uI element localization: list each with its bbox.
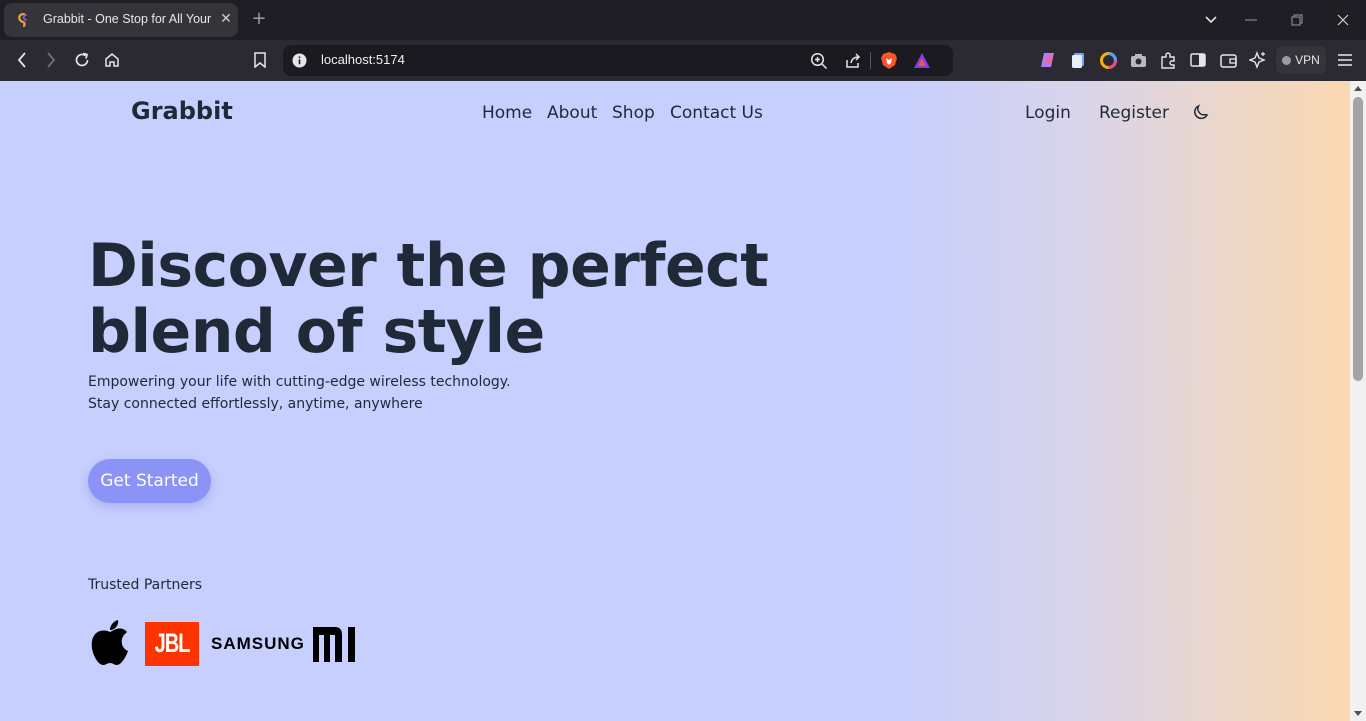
scrollbar-thumb[interactable] (1353, 97, 1363, 381)
hero-subtitle-line-2: Stay connected effortlessly, anytime, an… (88, 396, 423, 412)
forward-icon[interactable] (40, 49, 62, 71)
vpn-button[interactable]: VPN (1276, 46, 1326, 74)
site-logo[interactable]: Grabbit (131, 97, 233, 125)
scroll-down-icon[interactable] (1354, 711, 1362, 716)
apple-logo (91, 620, 128, 665)
hero-title: Discover the perfect blend of style (88, 233, 848, 365)
tab-title: Grabbit - One Stop for All Your (43, 12, 211, 26)
dark-mode-toggle-icon[interactable] (1193, 103, 1210, 120)
extensions-icon[interactable] (1157, 49, 1179, 71)
jbl-logo: JBL (145, 622, 199, 666)
browser-tabbar: Grabbit - One Stop for All Your ✕ + (0, 0, 1366, 40)
wallet-icon[interactable] (1217, 49, 1239, 71)
sidebar-icon[interactable] (1187, 49, 1209, 71)
pages-icon[interactable] (1067, 49, 1089, 71)
color-wheel-icon[interactable] (1097, 49, 1119, 71)
back-icon[interactable] (11, 49, 33, 71)
site-info-icon[interactable] (292, 53, 307, 68)
hero-title-line-2: blend of style (88, 297, 545, 367)
browser-toolbar: localhost:5174 VPN (0, 40, 1366, 81)
restore-icon[interactable] (1285, 8, 1309, 32)
nav-about[interactable]: About (547, 103, 597, 123)
screenshot-icon[interactable] (1127, 49, 1149, 71)
register-link[interactable]: Register (1099, 103, 1169, 123)
jbl-logo-text: JBL (154, 628, 191, 659)
leo-sparkle-icon[interactable] (1247, 49, 1269, 71)
scroll-up-icon[interactable] (1354, 86, 1362, 91)
brave-shields-icon[interactable] (880, 51, 898, 70)
menu-icon[interactable] (1334, 49, 1356, 71)
new-tab-button[interactable]: + (250, 9, 268, 29)
hero-subtitle-line-1: Empowering your life with cutting-edge w… (88, 374, 511, 390)
get-started-button[interactable]: Get Started (88, 459, 211, 503)
nav-shop[interactable]: Shop (612, 103, 655, 123)
hero-title-line-1: Discover the perfect (88, 231, 769, 301)
browser-tab[interactable]: Grabbit - One Stop for All Your ✕ (4, 3, 238, 37)
tab-close-icon[interactable]: ✕ (217, 10, 235, 28)
share-icon[interactable] (844, 52, 862, 70)
vpn-label: VPN (1295, 53, 1320, 67)
reload-icon[interactable] (71, 49, 93, 71)
mi-logo (313, 627, 355, 662)
address-bar[interactable]: localhost:5174 (283, 45, 953, 76)
url-text[interactable]: localhost:5174 (321, 52, 405, 67)
brave-rewards-icon[interactable] (913, 52, 931, 69)
nav-contact-us[interactable]: Contact Us (670, 103, 763, 123)
leo-ai-icon[interactable] (1037, 49, 1059, 71)
window-close-icon[interactable] (1331, 8, 1355, 32)
vpn-status-icon (1282, 55, 1292, 65)
site-favicon-icon (18, 13, 27, 27)
samsung-logo: SAMSUNG (211, 634, 305, 653)
tab-list-chevron-icon[interactable] (1199, 8, 1223, 32)
login-link[interactable]: Login (1025, 103, 1071, 123)
bookmark-icon[interactable] (249, 49, 271, 71)
partners-label: Trusted Partners (88, 577, 203, 593)
nav-home[interactable]: Home (482, 103, 532, 123)
page-viewport: Grabbit Home About Shop Contact Us Login… (0, 81, 1350, 721)
url-divider (870, 52, 871, 69)
zoom-icon[interactable] (810, 52, 828, 70)
minimize-icon[interactable] (1239, 8, 1263, 32)
home-icon[interactable] (101, 49, 123, 71)
page-scrollbar[interactable] (1350, 81, 1366, 721)
